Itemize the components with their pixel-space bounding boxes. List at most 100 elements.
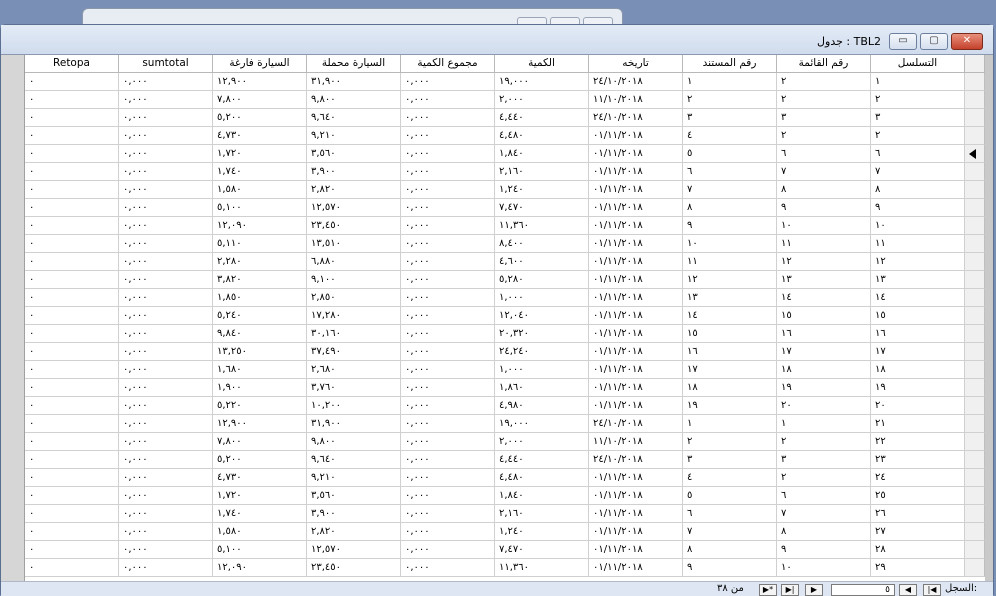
header-col-empty-car[interactable]: السيارة فارغة [213, 55, 307, 73]
cell-col-doc-no[interactable]: ١٨ [683, 379, 777, 397]
close-button[interactable]: ✕ [951, 33, 983, 50]
cell-col-total-qty[interactable]: ٠,٠٠٠ [401, 289, 495, 307]
table-row[interactable]: ٠ ٠,٠٠٠ ٥,٢٠٠ ٩,٦٤٠ ٠,٠٠٠ ٤,٤٤٠ ٢٤/١٠/٢٠١٨ ٣ ٣ ٢٣ [25, 451, 985, 469]
minimize-button[interactable]: ▭ [889, 33, 917, 50]
table-row[interactable]: ٠ ٠,٠٠٠ ١,٧٤٠ ٣,٩٠٠ ٠,٠٠٠ ٢,١٦٠ ٠١/١١/٢٠١٨ ٦ ٧ ٧ [25, 163, 985, 181]
header-col-retopa[interactable]: Retopa [25, 55, 119, 73]
cell-col-qty[interactable]: ٤,٤٨٠ [495, 469, 589, 487]
table-row[interactable]: ٠ ٠,٠٠٠ ١,٨٥٠ ٢,٨٥٠ ٠,٠٠٠ ١,٠٠٠ ٠١/١١/٢٠١٨ ١٣ ١٤… [25, 289, 985, 307]
cell-col-serial[interactable]: ٦ [871, 145, 965, 163]
cell-col-loaded-car[interactable]: ٣,٩٠٠ [307, 163, 401, 181]
cell-col-sumtotal[interactable]: ٠,٠٠٠ [119, 127, 213, 145]
cell-col-list-no[interactable]: ٢ [777, 127, 871, 145]
cell-col-loaded-car[interactable]: ٣,٩٠٠ [307, 505, 401, 523]
cell-col-serial[interactable]: ١٦ [871, 325, 965, 343]
cell-col-date[interactable]: ٠١/١١/٢٠١٨ [589, 397, 683, 415]
cell-col-loaded-car[interactable]: ١٧,٢٨٠ [307, 307, 401, 325]
cell-col-date[interactable]: ٠١/١١/٢٠١٨ [589, 469, 683, 487]
cell-col-list-no[interactable]: ٢ [777, 73, 871, 91]
cell-col-date[interactable]: ٢٤/١٠/٢٠١٨ [589, 109, 683, 127]
cell-col-sumtotal[interactable]: ٠,٠٠٠ [119, 289, 213, 307]
header-col-list-no[interactable]: رقم القائمة [777, 55, 871, 73]
row-selector[interactable] [965, 307, 985, 325]
table-row[interactable]: ٠ ٠,٠٠٠ ١,٥٨٠ ٢,٨٢٠ ٠,٠٠٠ ١,٢٤٠ ٠١/١١/٢٠١٨ ٧ ٨ ٨ [25, 181, 985, 199]
cell-col-list-no[interactable]: ١٥ [777, 307, 871, 325]
cell-col-serial[interactable]: ٢٦ [871, 505, 965, 523]
cell-col-loaded-car[interactable]: ٣٠,١٦٠ [307, 325, 401, 343]
cell-col-total-qty[interactable]: ٠,٠٠٠ [401, 235, 495, 253]
cell-col-total-qty[interactable]: ٠,٠٠٠ [401, 361, 495, 379]
cell-col-total-qty[interactable]: ٠,٠٠٠ [401, 487, 495, 505]
table-row[interactable]: ٠ ٠,٠٠٠ ٥,١٠٠ ١٢,٥٧٠ ٠,٠٠٠ ٧,٤٧٠ ٠١/١١/٢٠١٨ ٨ ٩ ٩ [25, 199, 985, 217]
cell-col-serial[interactable]: ١٩ [871, 379, 965, 397]
cell-col-qty[interactable]: ٢,٠٠٠ [495, 433, 589, 451]
cell-col-retopa[interactable]: ٠ [25, 451, 119, 469]
cell-col-list-no[interactable]: ١٢ [777, 253, 871, 271]
cell-col-list-no[interactable]: ١٠ [777, 217, 871, 235]
cell-col-list-no[interactable]: ٦ [777, 145, 871, 163]
cell-col-sumtotal[interactable]: ٠,٠٠٠ [119, 505, 213, 523]
cell-col-qty[interactable]: ١,٠٠٠ [495, 289, 589, 307]
cell-col-list-no[interactable]: ٣ [777, 451, 871, 469]
cell-col-retopa[interactable]: ٠ [25, 235, 119, 253]
cell-col-empty-car[interactable]: ١,٨٥٠ [213, 289, 307, 307]
row-selector[interactable] [965, 415, 985, 433]
cell-col-sumtotal[interactable]: ٠,٠٠٠ [119, 433, 213, 451]
cell-col-serial[interactable]: ٢٠ [871, 397, 965, 415]
cell-col-retopa[interactable]: ٠ [25, 127, 119, 145]
cell-col-doc-no[interactable]: ٧ [683, 523, 777, 541]
row-selector[interactable] [965, 541, 985, 559]
table-row[interactable]: ٠ ٠,٠٠٠ ١,٧٢٠ ٣,٥٦٠ ٠,٠٠٠ ١,٨٤٠ ٠١/١١/٢٠١٨ ٥ ٦ ٢٥ [25, 487, 985, 505]
cell-col-empty-car[interactable]: ١٢,٩٠٠ [213, 415, 307, 433]
cell-col-qty[interactable]: ١,٨٦٠ [495, 379, 589, 397]
cell-col-loaded-car[interactable]: ١٣,٥١٠ [307, 235, 401, 253]
cell-col-date[interactable]: ٢٤/١٠/٢٠١٨ [589, 451, 683, 469]
cell-col-sumtotal[interactable]: ٠,٠٠٠ [119, 343, 213, 361]
cell-col-loaded-car[interactable]: ٩,٨٠٠ [307, 433, 401, 451]
cell-col-date[interactable]: ١١/١٠/٢٠١٨ [589, 433, 683, 451]
cell-col-doc-no[interactable]: ٣ [683, 451, 777, 469]
cell-col-loaded-car[interactable]: ٣٧,٤٩٠ [307, 343, 401, 361]
cell-col-serial[interactable]: ٨ [871, 181, 965, 199]
cell-col-empty-car[interactable]: ٥,١٠٠ [213, 541, 307, 559]
cell-col-total-qty[interactable]: ٠,٠٠٠ [401, 397, 495, 415]
cell-col-list-no[interactable]: ١٣ [777, 271, 871, 289]
cell-col-serial[interactable]: ٢٣ [871, 451, 965, 469]
cell-col-loaded-car[interactable]: ٢,٨٥٠ [307, 289, 401, 307]
cell-col-total-qty[interactable]: ٠,٠٠٠ [401, 343, 495, 361]
cell-col-total-qty[interactable]: ٠,٠٠٠ [401, 433, 495, 451]
cell-col-retopa[interactable]: ٠ [25, 181, 119, 199]
cell-col-date[interactable]: ٠١/١١/٢٠١٨ [589, 145, 683, 163]
cell-col-list-no[interactable]: ٦ [777, 487, 871, 505]
cell-col-date[interactable]: ٠١/١١/٢٠١٨ [589, 163, 683, 181]
cell-col-serial[interactable]: ١٣ [871, 271, 965, 289]
row-selector[interactable] [965, 559, 985, 577]
cell-col-doc-no[interactable]: ١٢ [683, 271, 777, 289]
cell-col-empty-car[interactable]: ١,٥٨٠ [213, 181, 307, 199]
cell-col-retopa[interactable]: ٠ [25, 343, 119, 361]
cell-col-list-no[interactable]: ١ [777, 415, 871, 433]
cell-col-retopa[interactable]: ٠ [25, 415, 119, 433]
row-selector[interactable] [965, 325, 985, 343]
cell-col-date[interactable]: ٠١/١١/٢٠١٨ [589, 127, 683, 145]
cell-col-list-no[interactable]: ٩ [777, 541, 871, 559]
cell-col-sumtotal[interactable]: ٠,٠٠٠ [119, 73, 213, 91]
cell-col-list-no[interactable]: ١٦ [777, 325, 871, 343]
table-row[interactable]: ٠ ٠,٠٠٠ ١,٧٢٠ ٣,٥٦٠ ٠,٠٠٠ ١,٨٤٠ ٠١/١١/٢٠١٨ ٥ ٦ ٦ [25, 145, 985, 163]
cell-col-empty-car[interactable]: ١٢,٠٩٠ [213, 217, 307, 235]
cell-col-sumtotal[interactable]: ٠,٠٠٠ [119, 451, 213, 469]
cell-col-list-no[interactable]: ١١ [777, 235, 871, 253]
table-row[interactable]: ٠ ٠,٠٠٠ ٩,٨٤٠ ٣٠,١٦٠ ٠,٠٠٠ ٢٠,٣٢٠ ٠١/١١/٢٠١٨ ١٥… [25, 325, 985, 343]
cell-col-list-no[interactable]: ١٧ [777, 343, 871, 361]
row-selector[interactable] [965, 271, 985, 289]
row-selector[interactable] [965, 217, 985, 235]
cell-col-total-qty[interactable]: ٠,٠٠٠ [401, 307, 495, 325]
cell-col-empty-car[interactable]: ١,٧٤٠ [213, 505, 307, 523]
cell-col-retopa[interactable]: ٠ [25, 91, 119, 109]
cell-col-doc-no[interactable]: ٦ [683, 505, 777, 523]
cell-col-list-no[interactable]: ٢ [777, 91, 871, 109]
cell-col-sumtotal[interactable]: ٠,٠٠٠ [119, 181, 213, 199]
maximize-button[interactable]: ▢ [920, 33, 948, 50]
table-row[interactable]: ٠ ٠,٠٠٠ ٤,٧٣٠ ٩,٢١٠ ٠,٠٠٠ ٤,٤٨٠ ٠١/١١/٢٠١٨ ٤ ٢ ٢ [25, 127, 985, 145]
header-col-total-qty[interactable]: مجموع الكمية [401, 55, 495, 73]
